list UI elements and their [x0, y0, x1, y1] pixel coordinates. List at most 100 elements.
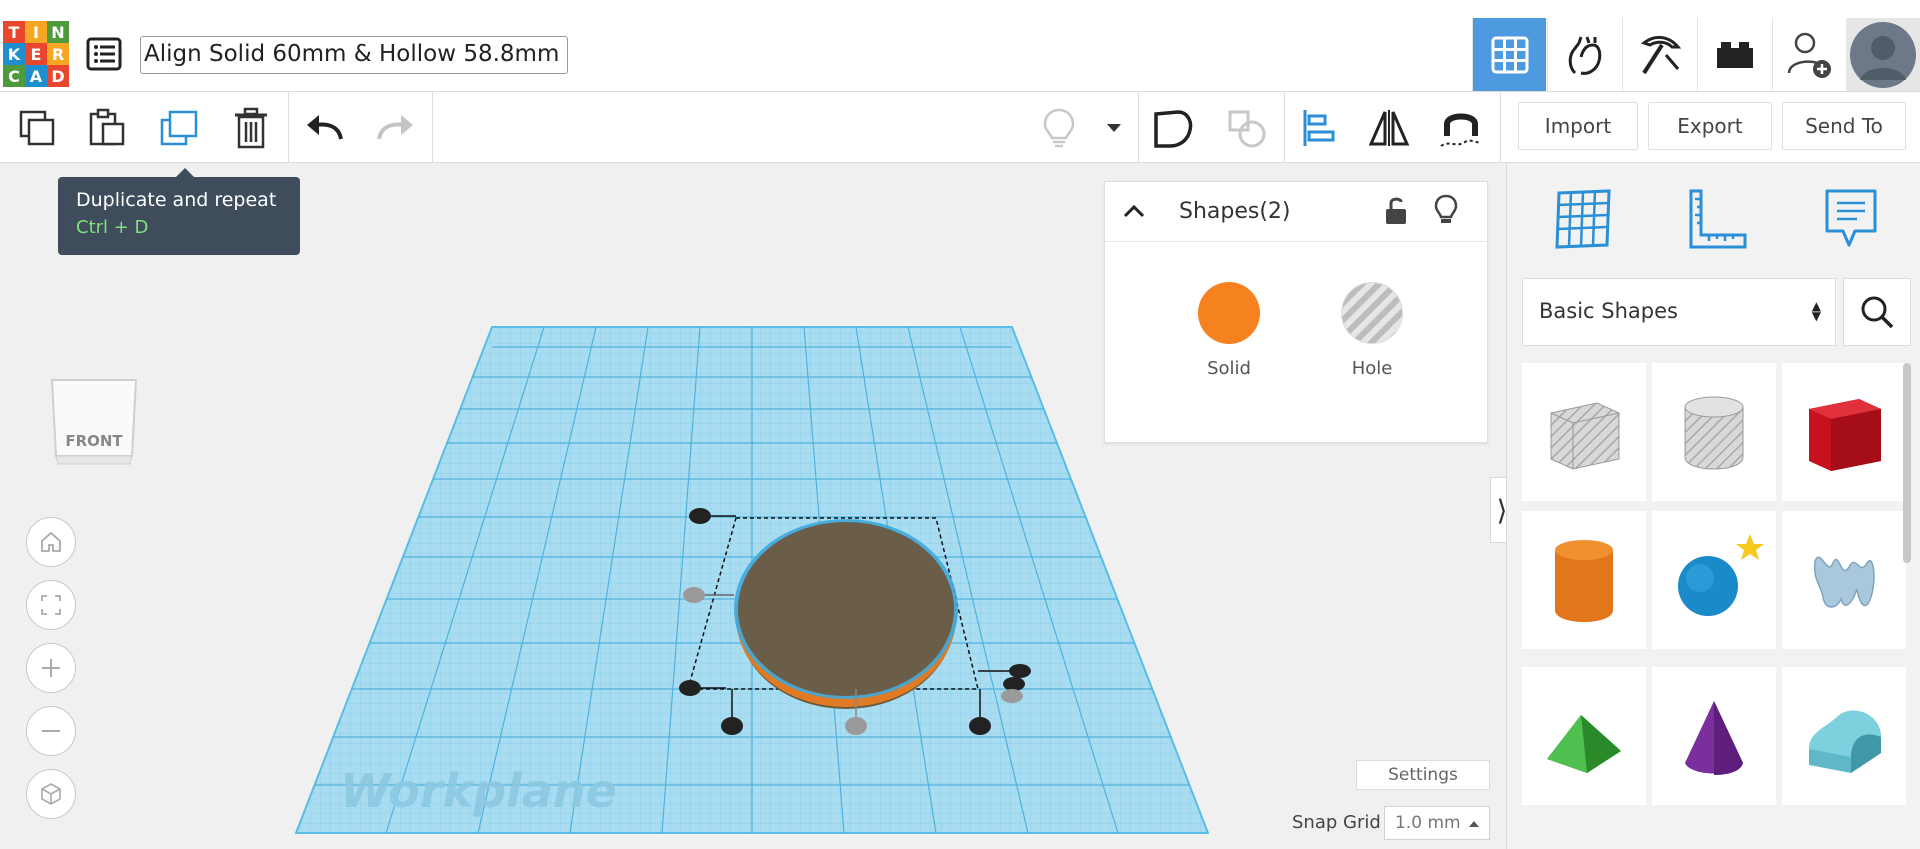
3d-design-view-button[interactable] — [1472, 18, 1546, 91]
home-view-button[interactable] — [26, 517, 76, 567]
send-to-button[interactable]: Send To — [1782, 102, 1906, 150]
solid-color-swatch[interactable] — [1198, 282, 1260, 344]
shape-inspector-panel: Shapes(2) Solid Hole — [1104, 181, 1489, 443]
group-icon — [1154, 110, 1193, 148]
editor-toolbar: Import Export Send To — [0, 92, 1920, 163]
sim-lab-button[interactable] — [1547, 18, 1621, 91]
selected-cylinders[interactable] — [734, 519, 958, 709]
shape-cylinder-hole[interactable] — [1652, 363, 1776, 501]
logo-letter: T — [3, 21, 25, 43]
shape-sphere[interactable] — [1652, 511, 1776, 649]
perspective-button[interactable] — [26, 769, 76, 819]
tinkercad-logo[interactable]: TINKERCAD — [3, 21, 69, 87]
export-button[interactable]: Export — [1648, 102, 1772, 150]
duplicate-icon — [160, 110, 198, 146]
notes-tool-button[interactable] — [1811, 183, 1891, 255]
align-button[interactable] — [1296, 105, 1342, 151]
logo-letter: N — [47, 21, 69, 43]
group-button[interactable] — [1150, 105, 1196, 151]
pickaxe-icon — [1640, 35, 1681, 74]
logo-letter: K — [3, 43, 25, 65]
ruler-icon — [1689, 189, 1747, 249]
library-scrollbar[interactable] — [1903, 363, 1911, 563]
design-title-input[interactable]: Align Solid 60mm & Hollow 58.8mm — [140, 36, 568, 74]
lightbulb-icon[interactable] — [1433, 194, 1459, 230]
logo-letter: C — [3, 65, 25, 87]
add-user-icon — [1787, 32, 1831, 78]
shape-box-hole[interactable] — [1522, 363, 1646, 501]
shape-round-roof[interactable] — [1782, 667, 1906, 805]
align-icon — [1303, 110, 1335, 146]
cube-outline-icon — [41, 783, 61, 805]
workplane-label: Workplane — [340, 764, 617, 818]
view-cube[interactable]: FRONT — [44, 368, 144, 478]
show-shapes-button[interactable] — [1036, 105, 1082, 151]
minus-icon — [42, 730, 60, 732]
workplane-tool-button[interactable] — [1543, 183, 1623, 255]
zoom-in-button[interactable] — [26, 643, 76, 693]
duplicate-button[interactable] — [156, 105, 202, 151]
zoom-out-button[interactable] — [26, 706, 76, 756]
home-icon — [41, 531, 61, 552]
settings-button[interactable]: Settings — [1356, 760, 1490, 790]
ungroup-button[interactable] — [1224, 105, 1270, 151]
logo-letter: D — [47, 65, 69, 87]
design-list-icon[interactable] — [86, 37, 122, 71]
shape-cone[interactable] — [1652, 667, 1776, 805]
view-cube-front-label: FRONT — [65, 432, 123, 450]
shapes-library-panel: Basic Shapes ▲ ▼ — [1506, 163, 1920, 849]
ruler-tool-button[interactable] — [1677, 183, 1757, 255]
snap-grid-select[interactable]: 1.0 mm — [1384, 806, 1490, 840]
logo-letter: I — [25, 21, 47, 43]
import-button[interactable]: Import — [1518, 102, 1638, 150]
inspector-header: Shapes(2) — [1105, 182, 1489, 242]
tinkercad-app: TINKERCAD Align Solid 60mm & Hollow 58.8… — [0, 0, 1920, 849]
undo-button[interactable] — [302, 105, 348, 151]
redo-icon — [377, 115, 413, 140]
magnet-icon — [1440, 113, 1482, 147]
logo-letter: E — [25, 43, 47, 65]
snap-grid-value: 1.0 mm — [1395, 813, 1461, 833]
fit-view-button[interactable] — [26, 580, 76, 630]
logo-letter: R — [47, 43, 69, 65]
blocks-button[interactable] — [1622, 18, 1696, 91]
tooltip-title: Duplicate and repeat — [76, 189, 277, 211]
copy-icon — [19, 110, 55, 146]
search-shapes-button[interactable] — [1843, 278, 1911, 346]
shape-category-value: Basic Shapes — [1539, 299, 1678, 323]
paste-button[interactable] — [84, 105, 130, 151]
hole-swatch[interactable] — [1341, 282, 1403, 344]
unlock-icon[interactable] — [1383, 196, 1409, 230]
plus-icon — [42, 659, 60, 677]
bricks-icon — [1716, 41, 1753, 68]
delete-button[interactable] — [228, 105, 274, 151]
shape-cylinder[interactable] — [1522, 511, 1646, 649]
select-arrows-icon: ▲ ▼ — [1811, 299, 1821, 323]
invite-user-button[interactable] — [1772, 18, 1846, 91]
shape-roof[interactable] — [1522, 667, 1646, 805]
inspector-title: Shapes(2) — [1179, 199, 1291, 224]
shape-category-select[interactable]: Basic Shapes ▲ ▼ — [1522, 278, 1836, 346]
shape-scribble[interactable] — [1782, 511, 1906, 649]
hole-option[interactable]: Hole — [1312, 282, 1432, 379]
cruise-magnet-button[interactable] — [1438, 105, 1484, 151]
grid-workplane-icon — [1555, 189, 1611, 249]
avatar[interactable] — [1846, 18, 1920, 91]
shape-box[interactable] — [1782, 363, 1906, 501]
trash-icon — [235, 107, 267, 149]
search-icon — [1861, 296, 1894, 329]
tooltip-shortcut: Ctrl + D — [76, 217, 149, 238]
logo-letter: A — [25, 65, 47, 87]
collapse-chevron-icon[interactable] — [1119, 196, 1149, 226]
copy-button[interactable] — [14, 105, 60, 151]
mirror-icon — [1368, 110, 1410, 146]
paste-icon — [89, 108, 125, 146]
fit-view-icon — [41, 595, 61, 615]
solid-option[interactable]: Solid — [1169, 282, 1289, 379]
bricks-button[interactable] — [1697, 18, 1771, 91]
redo-button[interactable] — [372, 105, 418, 151]
caret-up-icon — [1469, 821, 1479, 827]
mirror-button[interactable] — [1366, 105, 1412, 151]
chevron-down-icon[interactable] — [1094, 105, 1134, 151]
duplicate-tooltip: Duplicate and repeat Ctrl + D — [58, 168, 300, 255]
